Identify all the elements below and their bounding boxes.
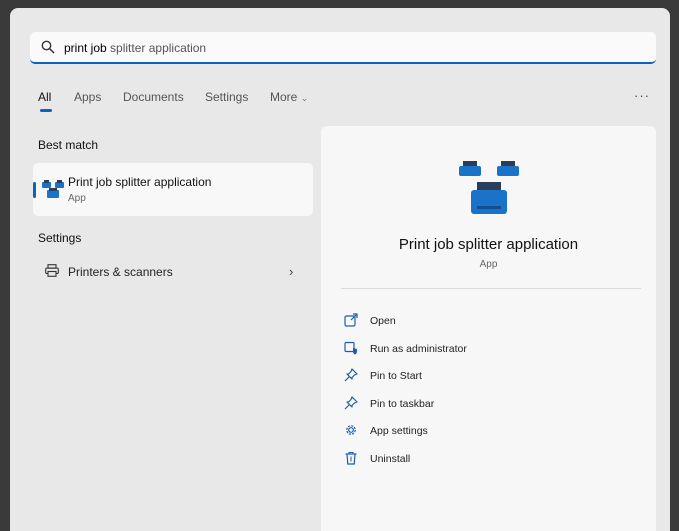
printer-icon [45,264,59,277]
best-match-subtitle: App [68,193,86,204]
tab-more[interactable]: More ⌄ [270,90,308,104]
pin-icon [344,368,358,382]
action-app-settings[interactable]: App settings [344,421,624,441]
chevron-down-icon: ⌄ [300,93,309,103]
settings-label: Settings [38,231,82,245]
details-pane: Print job splitter application App Open … [321,126,656,531]
action-label: App settings [370,425,428,437]
search-icon [41,40,55,54]
action-open[interactable]: Open [344,311,624,331]
best-match-result[interactable]: Print job splitter application App [33,163,313,216]
action-pin-to-taskbar[interactable]: Pin to taskbar [344,394,624,414]
search-query-bold: print job [64,41,107,55]
search-query-rest: splitter application [106,41,207,55]
tab-documents[interactable]: Documents [123,90,184,104]
details-divider [341,288,641,289]
details-subtitle: App [479,259,498,270]
search-input[interactable]: print job splitter application [64,41,206,55]
printer-app-icon [42,180,64,198]
action-pin-to-start[interactable]: Pin to Start [344,366,624,386]
action-uninstall[interactable]: Uninstall [344,449,624,469]
active-tab-indicator [40,109,52,112]
best-match-label: Best match [38,138,99,152]
selection-accent [33,182,36,198]
action-label: Pin to taskbar [370,398,435,410]
shield-icon [344,341,357,355]
more-options-icon[interactable]: ··· [634,88,650,103]
open-icon [344,313,358,327]
action-label: Uninstall [370,453,411,465]
trash-icon [345,451,357,465]
gear-icon [346,425,356,435]
printer-app-large-icon [459,161,519,214]
pin-icon [344,396,358,410]
action-label: Pin to Start [370,370,422,382]
best-match-title-bold: Print job [68,175,113,189]
tab-all[interactable]: All [38,90,51,104]
chevron-right-icon: › [289,264,294,279]
action-run-as-administrator[interactable]: Run as administrator [344,339,624,359]
best-match-title-rest: splitter application [112,175,212,189]
search-panel: print job splitter application All Apps … [10,8,670,531]
search-box[interactable]: print job splitter application [30,32,656,64]
action-label: Open [370,315,396,327]
settings-item-label: Printers & scanners [68,265,173,279]
tab-more-label: More [270,90,298,104]
action-label: Run as administrator [370,343,467,355]
settings-item-printers-scanners[interactable]: Printers & scanners › [33,261,313,283]
best-match-title: Print job splitter application [68,175,211,189]
details-title: Print job splitter application [398,236,579,253]
tab-apps[interactable]: Apps [74,90,101,104]
tab-settings[interactable]: Settings [205,90,248,104]
